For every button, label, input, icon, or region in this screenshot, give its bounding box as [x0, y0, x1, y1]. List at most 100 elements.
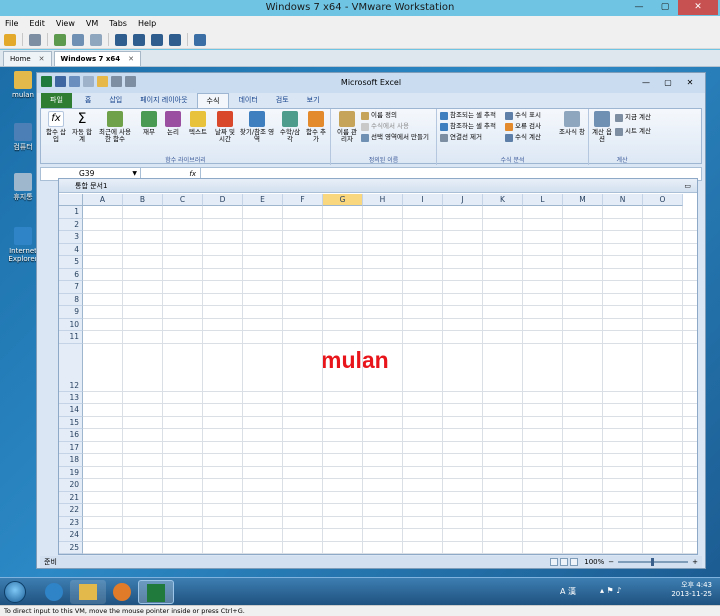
text-button[interactable]: 텍스트	[187, 111, 209, 136]
tab-insert[interactable]: 삽입	[100, 93, 131, 108]
menu-help[interactable]: Help	[138, 16, 156, 31]
desktop-icon-user-folder[interactable]: mulan	[8, 71, 38, 99]
row-header-5[interactable]: 5	[59, 256, 83, 269]
calculate-now-button[interactable]: 지금 계산	[615, 113, 651, 122]
name-manager-button[interactable]: 이름 관리자	[335, 111, 359, 143]
thumbnail-view-icon[interactable]	[133, 33, 145, 46]
menu-file[interactable]: File	[5, 16, 18, 31]
row-header-24[interactable]: 24	[59, 529, 83, 542]
normal-view-icon[interactable]	[550, 558, 559, 566]
row-header-19[interactable]: 19	[59, 466, 83, 479]
console-view-icon[interactable]	[194, 33, 206, 46]
snapshot-icon[interactable]	[54, 33, 66, 46]
use-in-formula-button[interactable]: 수식에서 사용	[361, 122, 409, 131]
column-header-b[interactable]: B	[123, 194, 163, 206]
tab-view[interactable]: 보기	[298, 93, 329, 108]
column-header-n[interactable]: N	[603, 194, 643, 206]
tab-formulas[interactable]: 수식	[196, 93, 230, 108]
desktop-icon-ie[interactable]: Internet Explorer	[8, 227, 38, 263]
row-header-3[interactable]: 3	[59, 231, 83, 244]
trace-precedents-button[interactable]: 참조되는 셀 추적	[440, 111, 496, 120]
row-header-4[interactable]: 4	[59, 243, 83, 256]
column-header-g[interactable]: G	[323, 194, 363, 206]
tab-home[interactable]: Home ✕	[3, 51, 52, 66]
row-header-10[interactable]: 10	[59, 318, 83, 331]
trace-dependents-button[interactable]: 참조하는 셀 추적	[440, 122, 496, 131]
maximize-icon[interactable]: ▢	[652, 0, 678, 15]
start-button[interactable]	[4, 581, 26, 603]
more-functions-button[interactable]: 함수 추가	[305, 111, 327, 143]
recent-functions-button[interactable]: 최근에 사용한 함수	[97, 111, 133, 143]
column-header-e[interactable]: E	[243, 194, 283, 206]
taskbar-explorer[interactable]	[70, 580, 106, 604]
column-header-d[interactable]: D	[203, 194, 243, 206]
zoom-level[interactable]: 100%	[584, 556, 604, 568]
calculate-sheet-button[interactable]: 시트 계산	[615, 127, 651, 136]
tab-vm[interactable]: Windows 7 x64 ✕	[53, 51, 141, 66]
error-checking-button[interactable]: 오류 검사	[505, 122, 541, 131]
row-header-17[interactable]: 17	[59, 441, 83, 454]
row-header-21[interactable]: 21	[59, 491, 83, 504]
taskbar-excel[interactable]	[138, 580, 174, 604]
desktop-icon-computer[interactable]: 컴퓨터	[8, 123, 38, 151]
row-header-9[interactable]: 9	[59, 306, 83, 319]
page-layout-view-icon[interactable]	[560, 558, 569, 566]
define-name-button[interactable]: 이름 정의	[361, 111, 397, 120]
maximize-icon[interactable]: ▢	[657, 73, 679, 93]
row-header-13[interactable]: 13	[59, 391, 83, 404]
row-header-23[interactable]: 23	[59, 516, 83, 529]
row-header-15[interactable]: 15	[59, 416, 83, 429]
row-header-25[interactable]: 25	[59, 541, 83, 554]
row-header-20[interactable]: 20	[59, 479, 83, 492]
full-screen-icon[interactable]	[151, 33, 163, 46]
insert-function-button[interactable]: fx 함수 삽입	[45, 111, 67, 143]
close-icon[interactable]: ✕	[678, 0, 718, 15]
logical-button[interactable]: 논리	[163, 111, 183, 136]
financial-button[interactable]: 재무	[139, 111, 159, 136]
evaluate-formula-button[interactable]: 수식 계산	[505, 133, 541, 142]
power-icon[interactable]	[4, 33, 16, 46]
zoom-out-icon[interactable]: −	[608, 556, 614, 568]
clock[interactable]: 오후 4:43 2013-11-25	[671, 581, 712, 599]
autosum-button[interactable]: Σ 자동 합계	[71, 111, 93, 143]
row-header-16[interactable]: 16	[59, 429, 83, 442]
row-header-22[interactable]: 22	[59, 504, 83, 517]
date-time-button[interactable]: 날짜 및 시간	[213, 111, 237, 143]
column-header-i[interactable]: I	[403, 194, 443, 206]
column-header-j[interactable]: J	[443, 194, 483, 206]
row-header-14[interactable]: 14	[59, 404, 83, 417]
spreadsheet-grid[interactable]: mulan A B C D E F G H I J K L M N O 1 2 3 4 5 6 7 8 9 10 11 12 13 14…	[59, 194, 697, 554]
column-header-a[interactable]: A	[83, 194, 123, 206]
desktop-icon-recycle-bin[interactable]: 휴지통	[8, 173, 38, 201]
close-icon[interactable]: ✕	[679, 73, 701, 93]
row-header-2[interactable]: 2	[59, 218, 83, 231]
lookup-reference-button[interactable]: 찾기/참조 영역	[239, 111, 275, 143]
column-header-l[interactable]: L	[523, 194, 563, 206]
close-icon[interactable]: ✕	[39, 52, 45, 67]
row-header-7[interactable]: 7	[59, 281, 83, 294]
column-header-m[interactable]: M	[563, 194, 603, 206]
select-all-corner[interactable]	[59, 194, 83, 206]
undo-icon[interactable]	[69, 76, 80, 87]
menu-tabs[interactable]: Tabs	[109, 16, 127, 31]
tab-review[interactable]: 검토	[267, 93, 298, 108]
column-header-c[interactable]: C	[163, 194, 203, 206]
tray-icons[interactable]: ▴ ⚑ ♪	[600, 586, 621, 595]
workbook-minimize-icon[interactable]: ▭	[684, 179, 691, 193]
zoom-in-icon[interactable]: +	[692, 556, 698, 568]
column-header-f[interactable]: F	[283, 194, 323, 206]
quick-access-more-icon[interactable]	[125, 76, 136, 87]
send-ctrl-alt-del-icon[interactable]	[29, 33, 41, 46]
minimize-icon[interactable]: —	[626, 0, 652, 15]
watch-window-button[interactable]: 조사식 창	[559, 111, 585, 136]
row-header-6[interactable]: 6	[59, 268, 83, 281]
show-formulas-button[interactable]: 수식 표시	[505, 111, 541, 120]
unity-icon[interactable]	[169, 33, 181, 46]
minimize-icon[interactable]: —	[635, 73, 657, 93]
menu-view[interactable]: View	[56, 16, 75, 31]
row-header-1[interactable]: 1	[59, 206, 83, 219]
tab-data[interactable]: 데이터	[229, 93, 266, 108]
row-header-8[interactable]: 8	[59, 293, 83, 306]
taskbar-media-player[interactable]	[104, 580, 140, 604]
redo-icon[interactable]	[83, 76, 94, 87]
